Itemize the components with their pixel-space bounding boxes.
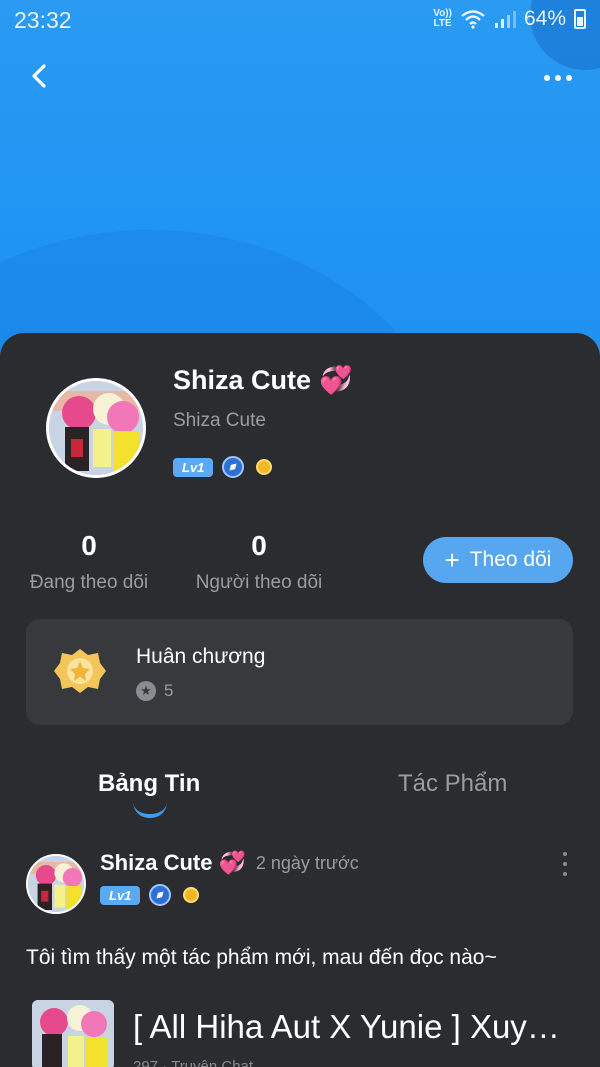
sun-badge-icon [180, 884, 202, 906]
post-author-badges: Lv1 [100, 884, 202, 906]
medal-icon [54, 649, 106, 693]
sun-badge-icon [253, 456, 275, 478]
plus-icon: + [444, 545, 460, 575]
profile-handle: Shiza Cute [173, 410, 266, 431]
cover-image [32, 1000, 114, 1067]
signal-icon [494, 11, 516, 28]
wifi-icon [461, 10, 485, 29]
more-options-button[interactable] [538, 58, 578, 98]
following-label: Đang theo dõi [29, 572, 149, 593]
avatar[interactable] [46, 378, 146, 478]
chevron-left-icon [32, 64, 46, 88]
gem-badge-icon [149, 884, 172, 906]
status-time: 23:32 [14, 7, 72, 33]
hearts-emoji: 💞 [319, 365, 353, 395]
profile-name: Shiza Cute 💞 [173, 364, 353, 396]
post-header: Shiza Cute 💞 2 ngày trước [100, 850, 359, 876]
tab-works[interactable]: Tác Phẩm [398, 770, 507, 798]
battery-icon [574, 9, 586, 29]
post-timestamp: 2 ngày trước [255, 852, 359, 873]
post-more-button[interactable] [558, 852, 572, 876]
followers-label: Người theo dõi [195, 572, 323, 593]
following-stat[interactable]: 0 Đang theo dõi [26, 530, 152, 594]
gem-badge-icon [222, 456, 245, 478]
level-badge: Lv1 [100, 885, 141, 905]
level-badge: Lv1 [173, 457, 214, 477]
medals-title: Huân chương [136, 645, 266, 668]
post-author-name[interactable]: Shiza Cute [100, 850, 212, 876]
work-meta: 297 · Truyện Chat [133, 1058, 254, 1067]
top-bar [0, 50, 600, 106]
followers-count: 0 [251, 530, 267, 561]
profile-badges: Lv1 [173, 456, 275, 478]
status-bar: 23:32 Vo)) LTE 64% [0, 0, 600, 40]
work-cover-image[interactable] [32, 1000, 114, 1067]
medals-card[interactable]: Huân chương ★ 5 [26, 619, 573, 725]
more-vertical-icon [563, 852, 567, 856]
followers-stat[interactable]: 0 Người theo dõi [192, 530, 326, 594]
volte-icon: Vo)) LTE [433, 8, 452, 29]
medals-count: ★ 5 [136, 681, 173, 701]
tab-feed[interactable]: Bảng Tin [98, 770, 200, 798]
work-title-link[interactable]: [ All Hiha Aut X Yunie ] Xuyên Không [133, 1008, 573, 1046]
status-icons: Vo)) LTE 64% [433, 7, 586, 31]
follow-button[interactable]: + Theo dõi [423, 537, 573, 583]
hearts-emoji: 💞 [218, 850, 246, 875]
more-horizontal-icon [544, 75, 550, 81]
post-body: Tôi tìm thấy một tác phẩm mới, mau đến đ… [26, 946, 497, 969]
following-count: 0 [81, 530, 97, 561]
post-author-avatar[interactable] [26, 854, 86, 914]
follow-label: Theo dõi [469, 548, 552, 571]
back-button[interactable] [22, 58, 62, 98]
star-icon: ★ [136, 681, 156, 701]
battery-percent: 64% [523, 7, 566, 30]
